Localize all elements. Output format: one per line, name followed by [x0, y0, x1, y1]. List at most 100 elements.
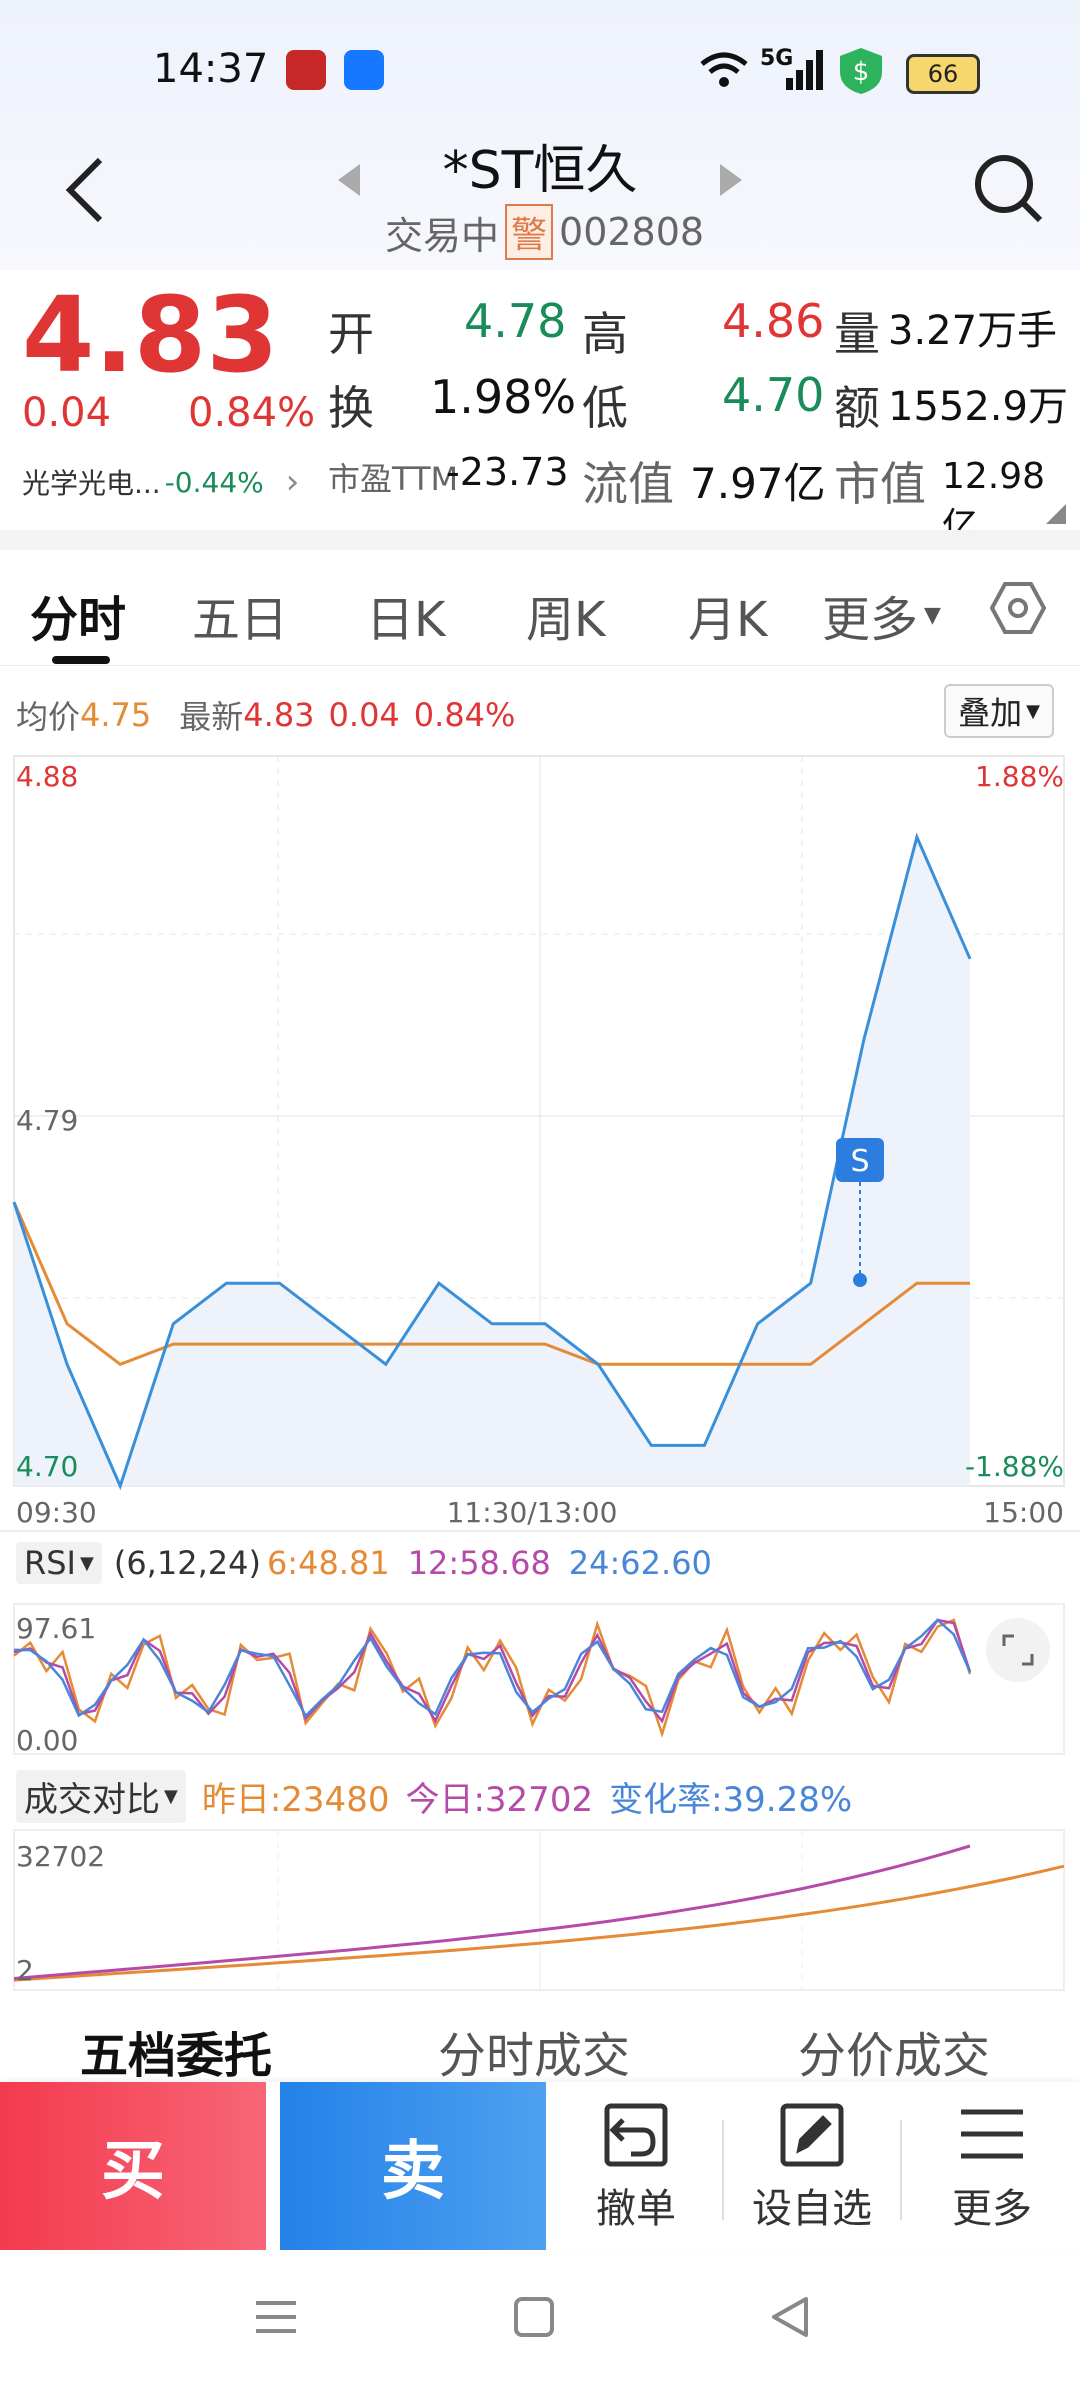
x-axis-end: 15:00 [983, 1496, 1064, 1529]
volume-compare-label: 成交对比 [24, 1780, 160, 1820]
add-watchlist-button[interactable]: 设自选 [732, 2100, 892, 2240]
back-icon[interactable] [60, 150, 110, 230]
rsi12-value: 12:58.68 [407, 1544, 551, 1582]
menu-icon [961, 2109, 1023, 2159]
y-axis-bottom: 4.70 [16, 1450, 78, 1483]
buy-button[interactable]: 买 [0, 2082, 266, 2250]
prev-stock-icon[interactable] [334, 160, 364, 200]
open-label: 开 [328, 307, 374, 361]
pe-value: -23.73 [446, 450, 569, 494]
tab-more[interactable]: 更多 ▼ [822, 580, 941, 650]
pct-axis-top: 1.88% [975, 760, 1064, 793]
edit-icon [780, 2103, 844, 2167]
divider [722, 2120, 724, 2220]
cancel-order-icon [604, 2103, 668, 2167]
sell-point[interactable] [853, 1273, 867, 1287]
price-change-pct: 0.84% [188, 390, 316, 436]
tab-intraday[interactable]: 分时 [30, 580, 126, 650]
tab-order-book[interactable]: 五档委托 [80, 2016, 272, 2086]
latest-label: 最新 [179, 698, 244, 736]
rsi-selector-label: RSI [24, 1544, 76, 1582]
volume-change-rate: 变化率:39.28% [609, 1780, 853, 1820]
rsi-params: (6,12,24) [113, 1544, 261, 1582]
float-cap-label: 流值 [582, 457, 674, 511]
tab-more-label: 更多 [822, 592, 919, 648]
y-axis-top: 4.88 [16, 760, 78, 793]
caret-down-icon: ▼ [79, 1552, 94, 1574]
tab-weekly-k[interactable]: 周K [526, 580, 605, 650]
float-cap-value: 7.97亿 [690, 459, 826, 508]
fullscreen-button[interactable] [986, 1618, 1050, 1682]
next-stock-icon[interactable] [716, 160, 746, 200]
section-divider [0, 530, 1080, 550]
overlay-button[interactable]: 叠加 ▼ [944, 684, 1054, 738]
latest-change: 0.04 [328, 696, 400, 734]
rsi6-value: 6:48.81 [266, 1544, 390, 1582]
rsi-selector[interactable]: RSI ▼ [16, 1542, 102, 1584]
cancel-order-label: 撤单 [596, 2186, 676, 2232]
rsi-y-top: 97.61 [16, 1612, 96, 1645]
volume-y-bottom: 2 [16, 1954, 34, 1987]
bank-app-icon [286, 50, 326, 90]
low-value: 4.70 [722, 368, 825, 422]
intraday-info: 均价 4.75 最新 4.83 0.04 0.84% [16, 692, 515, 738]
rsi-header: RSI ▼ (6,12,24) 6:48.81 12:58.68 24:62.6… [16, 1542, 712, 1584]
high-label: 高 [582, 307, 628, 361]
yesterday-volume: 昨日:23480 [201, 1780, 390, 1820]
sector-link[interactable]: 光学光电... -0.44% › [22, 462, 299, 502]
wifi-icon [700, 52, 748, 87]
settings-hexagon-icon[interactable] [990, 580, 1046, 636]
volume-compare-selector[interactable]: 成交对比 ▼ [16, 1770, 186, 1823]
avg-label: 均价 [16, 698, 81, 736]
signal-icon [786, 50, 823, 90]
pe-label: 市盈TTM [328, 460, 459, 498]
stock-title: *ST恒久 [442, 141, 638, 201]
high-value: 4.86 [722, 294, 825, 348]
expand-corner-icon[interactable] [1046, 504, 1066, 524]
more-button[interactable]: 更多 [912, 2100, 1072, 2240]
caret-down-icon: ▼ [924, 602, 941, 628]
low-label: 低 [582, 381, 628, 435]
pct-axis-bottom: -1.88% [965, 1450, 1064, 1483]
period-tabs: 分时 五日 日K 周K 月K 更多 ▼ [0, 550, 1080, 666]
search-icon[interactable] [970, 150, 1050, 230]
caret-down-icon: ▼ [1026, 700, 1040, 722]
rsi24-value: 24:62.60 [568, 1544, 712, 1582]
caret-down-icon: ▼ [164, 1786, 178, 1807]
back-nav-icon[interactable] [768, 2295, 812, 2339]
warning-badge: 警 [505, 204, 554, 260]
overlay-label: 叠加 [958, 694, 1023, 732]
tab-tick-trades[interactable]: 分时成交 [438, 2016, 630, 2086]
volume-compare-header: 成交对比 ▼ 昨日:23480 今日:32702 变化率:39.28% [16, 1770, 852, 1823]
latest-value: 4.83 [243, 696, 315, 734]
tab-five-day[interactable]: 五日 [192, 580, 288, 650]
divider [900, 2120, 902, 2220]
cancel-order-button[interactable]: 撤单 [556, 2100, 716, 2240]
stock-code: 002808 [559, 210, 705, 254]
amount-value: 1552.9万 [888, 384, 1068, 430]
active-tab-indicator [52, 656, 110, 664]
price-change: 0.04 [22, 390, 112, 436]
volume-value: 3.27万手 [888, 308, 1058, 354]
volume-label: 量 [834, 307, 880, 361]
svg-text:$: $ [853, 57, 870, 87]
status-time: 14:37 [153, 46, 269, 92]
turnover-value: 1.98% [430, 370, 577, 424]
x-axis-start: 09:30 [16, 1496, 97, 1529]
current-price: 4.83 [22, 274, 279, 396]
volume-y-top: 32702 [16, 1840, 105, 1873]
amount-label: 额 [834, 381, 880, 435]
sell-button[interactable]: 卖 [280, 2082, 546, 2250]
market-cap-label: 市值 [834, 457, 926, 511]
tab-daily-k[interactable]: 日K [366, 580, 445, 650]
y-axis-mid: 4.79 [16, 1104, 78, 1137]
recents-icon[interactable] [254, 2295, 298, 2339]
rsi-chart: 97.61 0.00 [13, 1603, 1065, 1757]
divider [0, 1530, 1080, 1532]
tab-monthly-k[interactable]: 月K [688, 580, 767, 650]
alipay-icon [344, 50, 384, 90]
home-icon[interactable] [512, 2295, 556, 2339]
tab-price-trades[interactable]: 分价成交 [798, 2016, 990, 2086]
add-watchlist-label: 设自选 [752, 2186, 872, 2232]
sector-name: 光学光电... [22, 467, 161, 500]
